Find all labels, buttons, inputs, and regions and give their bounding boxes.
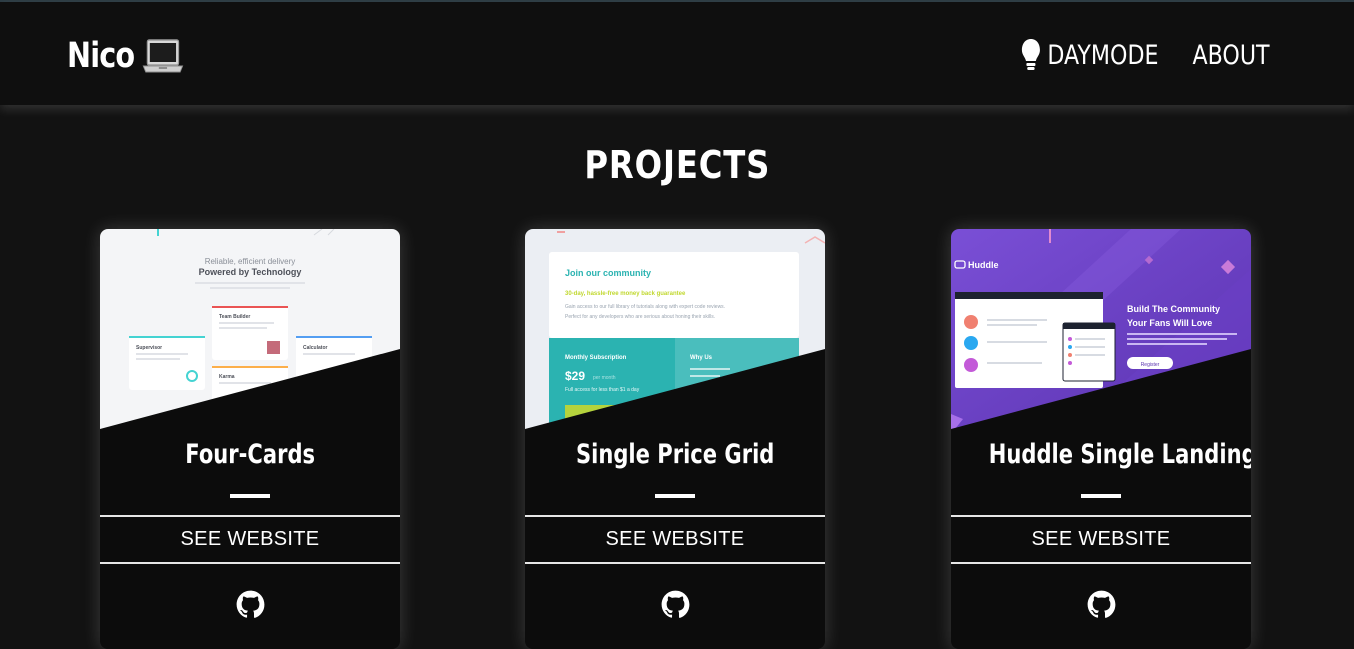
daymode-label: DAYMODE	[1047, 39, 1159, 71]
see-website-link[interactable]: SEE WEBSITE	[951, 517, 1251, 562]
page-title-text: PROJECTS	[584, 143, 770, 187]
daymode-toggle[interactable]: DAYMODE	[1021, 38, 1159, 72]
navbar: Nico DAYMODE ABOUT	[0, 2, 1354, 105]
about-label: ABOUT	[1192, 39, 1270, 71]
about-link[interactable]: ABOUT	[1192, 40, 1269, 71]
project-thumbnail[interactable]: Huddle Build The Community Your Fans Wil…	[951, 229, 1251, 429]
project-card-four-cards: Reliable, efficient delivery Powered by …	[100, 229, 400, 649]
nav-links: DAYMODE ABOUT	[1006, 38, 1278, 72]
github-icon[interactable]	[236, 590, 265, 619]
project-thumbnail[interactable]: Reliable, efficient delivery Powered by …	[100, 229, 400, 429]
see-website-link[interactable]: SEE WEBSITE	[525, 517, 825, 562]
project-title: Four-Cards	[185, 439, 315, 470]
project-thumbnail[interactable]: Join our community 30-day, hassle-free m…	[525, 229, 825, 429]
project-title: Huddle Single Landing	[988, 439, 1251, 470]
brand-logo[interactable]: Nico	[67, 36, 184, 76]
github-icon[interactable]	[661, 590, 690, 619]
project-card-single-price-grid: Join our community 30-day, hassle-free m…	[525, 229, 825, 649]
github-icon[interactable]	[1087, 590, 1116, 619]
laptop-icon	[142, 38, 184, 74]
divider	[100, 562, 400, 564]
see-website-link[interactable]: SEE WEBSITE	[100, 517, 400, 562]
project-card-huddle: Huddle Build The Community Your Fans Wil…	[951, 229, 1251, 649]
title-underline	[1081, 494, 1121, 498]
page-title: PROJECTS	[0, 143, 1354, 187]
divider	[525, 562, 825, 564]
divider	[951, 562, 1251, 564]
brand-name: Nico	[67, 36, 135, 76]
title-underline	[230, 494, 270, 498]
lightbulb-icon	[1022, 39, 1041, 70]
project-title: Single Price Grid	[575, 439, 775, 470]
title-underline	[655, 494, 695, 498]
